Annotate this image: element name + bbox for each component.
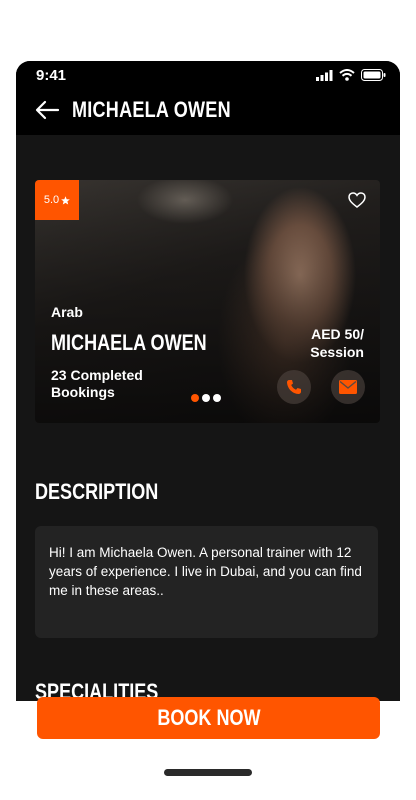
trainer-name: MICHAELA OWEN xyxy=(51,330,207,355)
carousel-indicator xyxy=(191,394,221,402)
wifi-icon xyxy=(339,69,355,81)
page-title: MICHAELA OWEN xyxy=(72,97,231,122)
battery-icon xyxy=(361,69,386,81)
book-now-label: BOOK NOW xyxy=(156,705,261,730)
session-price: AED 50/ Session xyxy=(310,326,364,360)
carousel-dot[interactable] xyxy=(213,394,221,402)
trainer-origin: Arab xyxy=(51,304,83,320)
carousel-dot[interactable] xyxy=(191,394,199,402)
carousel-dot[interactable] xyxy=(202,394,210,402)
star-icon xyxy=(61,195,70,205)
call-button[interactable] xyxy=(277,370,311,404)
status-time: 9:41 xyxy=(36,67,67,84)
rating-value: 5.0 xyxy=(43,194,60,206)
description-box: Hi! I am Michaela Owen. A personal train… xyxy=(35,526,378,638)
description-text: Hi! I am Michaela Owen. A personal train… xyxy=(49,545,362,598)
email-button[interactable] xyxy=(331,370,365,404)
rating-badge: 5.0 xyxy=(35,180,79,220)
trainer-card[interactable]: 5.0 Arab MICHAELA OWEN 23 Completed Book… xyxy=(35,180,380,423)
heart-icon[interactable] xyxy=(348,192,366,208)
back-arrow-icon[interactable] xyxy=(34,99,60,121)
description-heading: DESCRIPTION xyxy=(35,479,159,504)
status-icons xyxy=(316,69,386,81)
mail-icon xyxy=(339,380,357,394)
signal-icon xyxy=(316,69,333,81)
home-indicator[interactable] xyxy=(164,769,252,776)
book-now-button[interactable]: BOOK NOW xyxy=(37,697,380,739)
completed-bookings: 23 Completed Bookings xyxy=(51,367,143,400)
top-bar: 9:41 MICHAELA OWEN xyxy=(16,61,400,135)
phone-icon xyxy=(287,380,301,394)
app-screen: 9:41 MICHAELA OWEN 5.0 Arab MICHAELA OWE… xyxy=(16,61,400,701)
